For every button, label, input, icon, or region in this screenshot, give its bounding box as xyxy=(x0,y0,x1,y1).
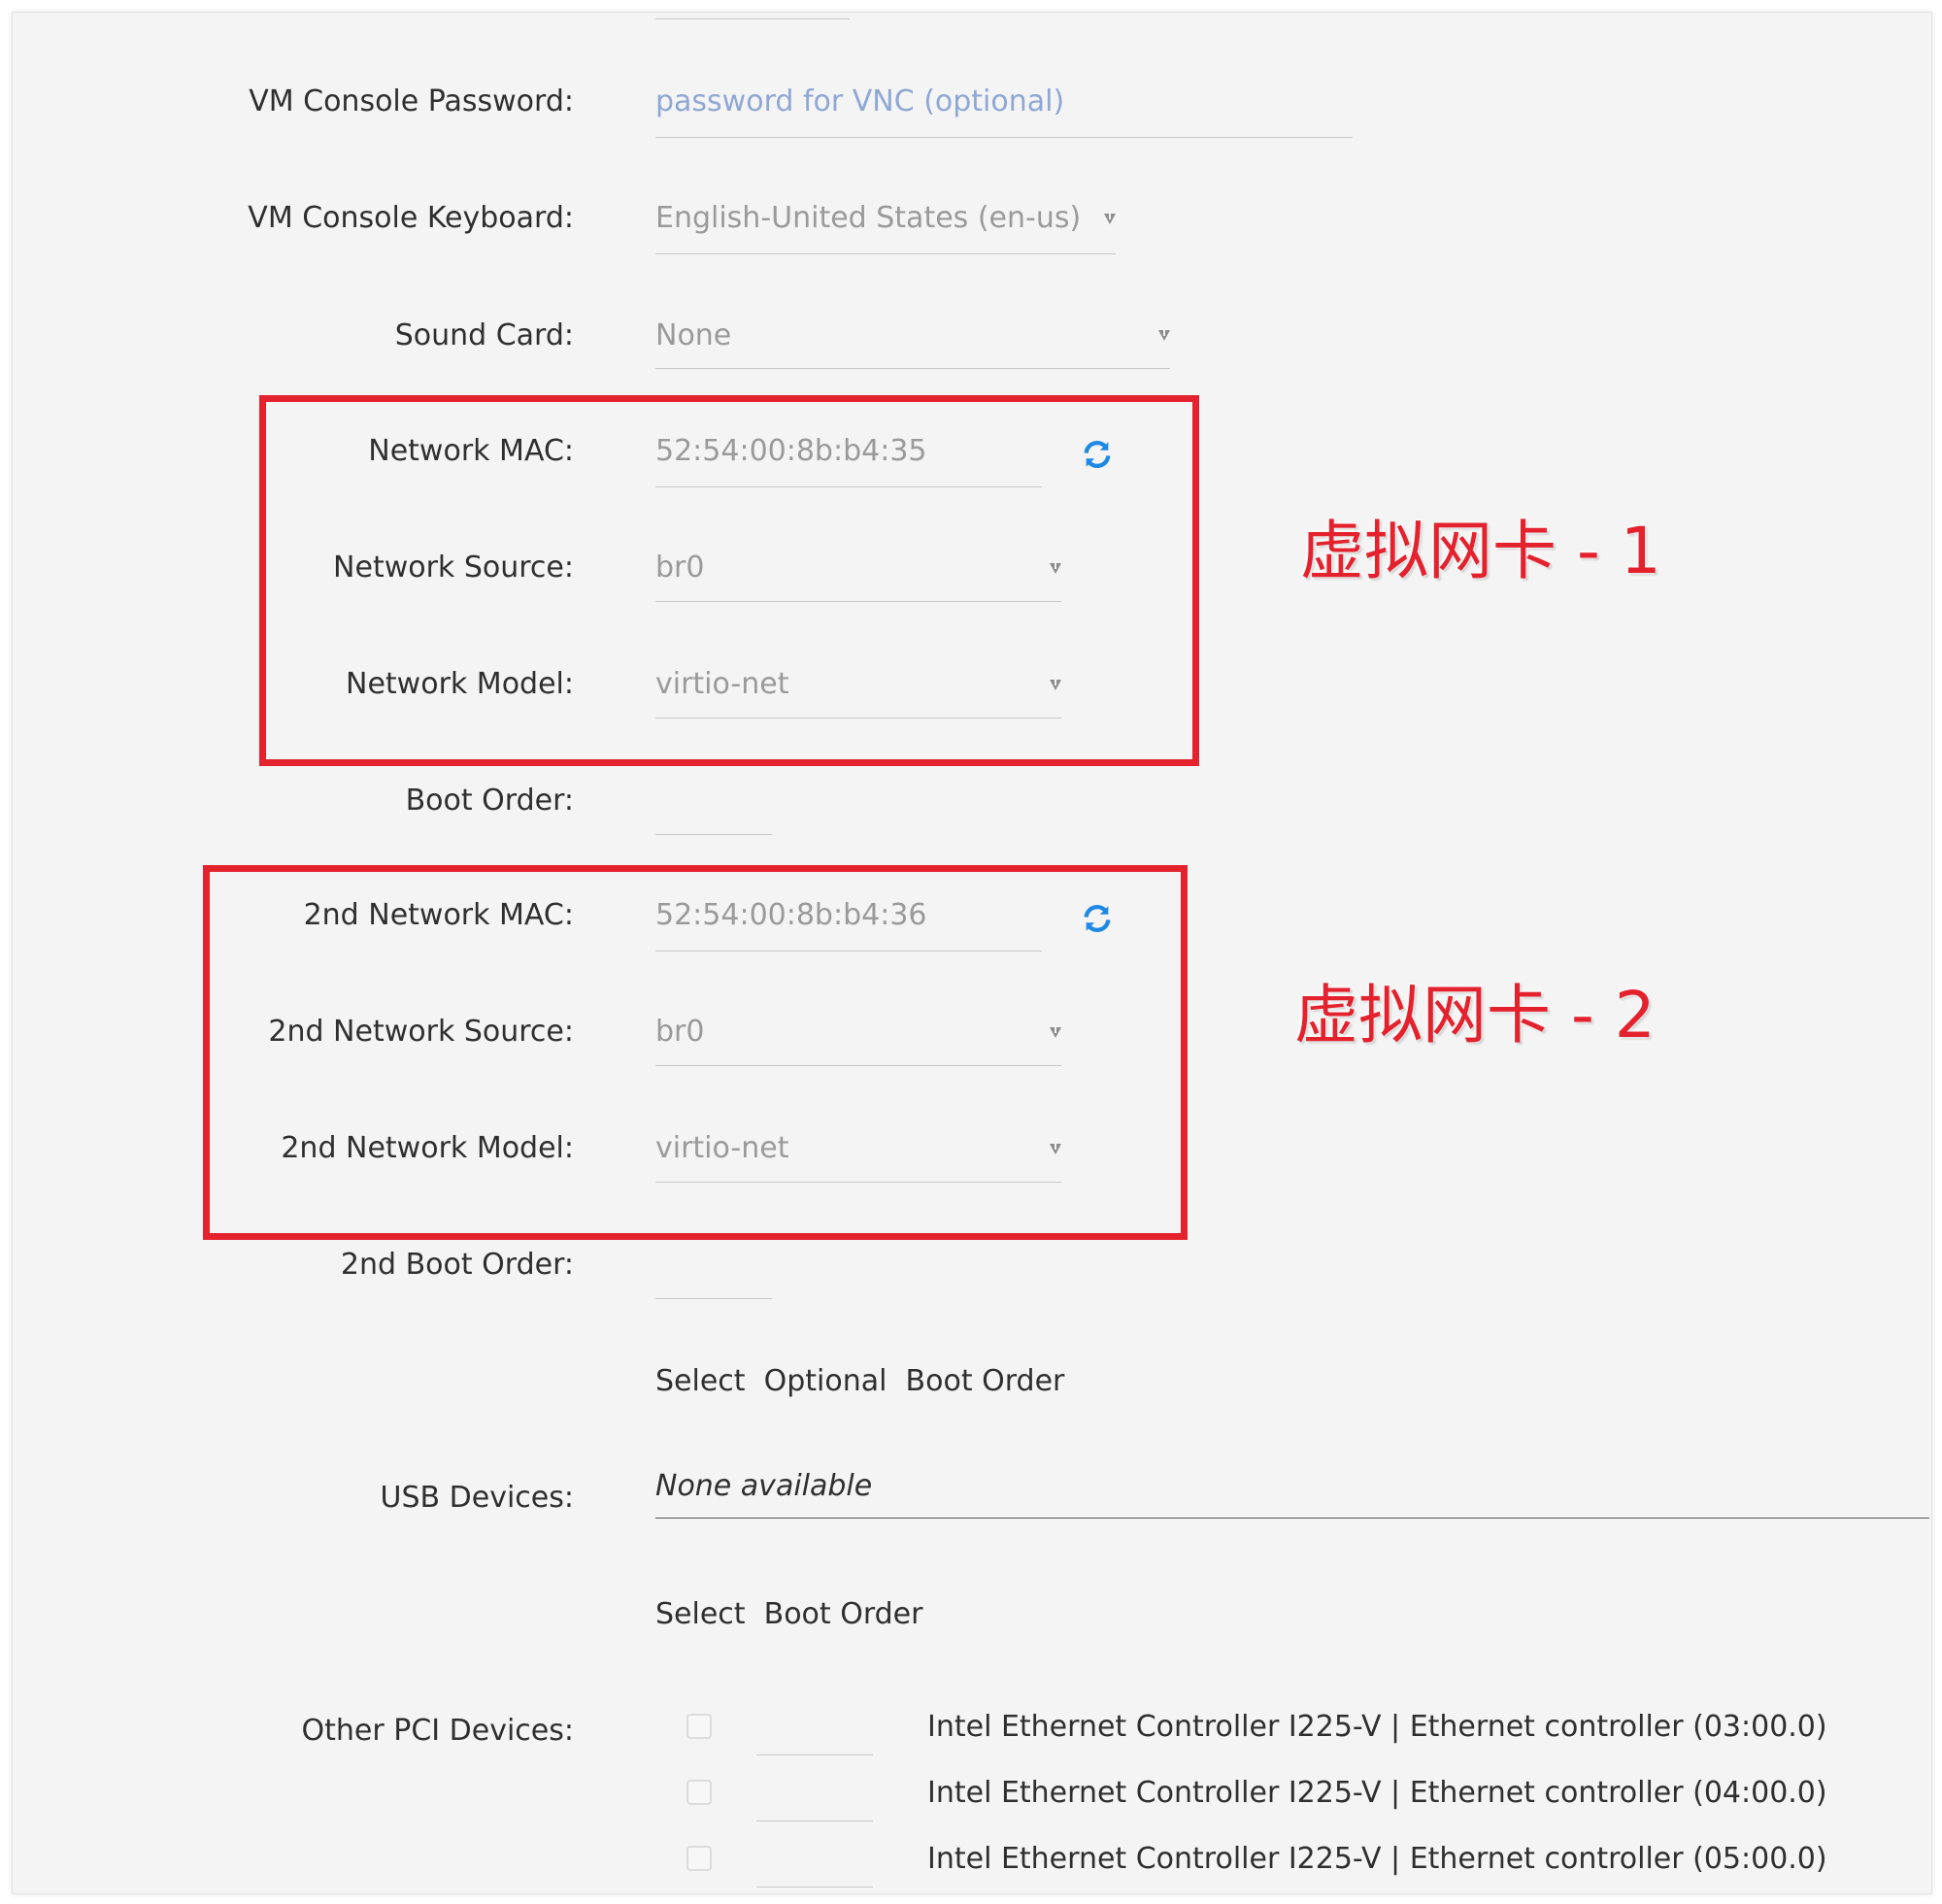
network-mac-input[interactable]: 52:54:00:8b:b4:35 xyxy=(655,432,927,471)
network-mac-label: Network MAC: xyxy=(368,434,574,468)
usb-devices-label: USB Devices: xyxy=(380,1481,574,1515)
boot-order-label: Boot Order: xyxy=(405,784,574,818)
pci-device-checkbox[interactable] xyxy=(686,1846,712,1871)
network2-mac-label: 2nd Network MAC: xyxy=(303,898,574,932)
network2-model-underline xyxy=(655,1182,1061,1183)
boot-order-header: Select Boot Order xyxy=(655,1597,923,1631)
boot-order-underline xyxy=(655,834,772,835)
top-field-underline xyxy=(655,18,850,19)
pci-device-label: Intel Ethernet Controller I225-V | Ether… xyxy=(927,1776,1827,1810)
network2-mac-underline xyxy=(655,951,1042,952)
network2-model-label: 2nd Network Model: xyxy=(281,1131,574,1165)
chevron-down-icon[interactable] xyxy=(1050,680,1061,690)
chevron-down-icon[interactable] xyxy=(1104,214,1116,224)
usb-devices-underline xyxy=(655,1518,1929,1519)
network2-source-select[interactable]: br0 xyxy=(655,1013,704,1052)
console-password-label: VM Console Password: xyxy=(249,84,574,118)
chevron-down-icon[interactable] xyxy=(1050,1144,1061,1154)
console-password-input[interactable]: password for VNC (optional) xyxy=(655,83,1064,121)
pci-device-checkbox[interactable] xyxy=(686,1780,712,1805)
network-model-label: Network Model: xyxy=(346,667,574,701)
sound-card-label: Sound Card: xyxy=(394,318,574,352)
network2-model-select[interactable]: virtio-net xyxy=(655,1129,789,1168)
network-source-underline xyxy=(655,601,1061,602)
pci-boot-order-input[interactable] xyxy=(756,1820,873,1821)
network-source-select[interactable]: br0 xyxy=(655,549,704,587)
network-model-select[interactable]: virtio-net xyxy=(655,665,789,704)
annotation-nic1: 虚拟网卡 - 1 xyxy=(1300,514,1661,588)
pci-devices-label: Other PCI Devices: xyxy=(301,1714,574,1748)
boot-order2-underline xyxy=(655,1298,772,1299)
network2-mac-input[interactable]: 52:54:00:8b:b4:36 xyxy=(655,896,927,935)
usb-devices-value: None available xyxy=(655,1469,873,1503)
console-keyboard-select[interactable]: English-United States (en-us) xyxy=(655,199,1081,238)
sound-card-underline xyxy=(655,368,1170,369)
sound-card-select[interactable]: None xyxy=(655,317,731,355)
chevron-down-icon[interactable] xyxy=(1050,1027,1061,1038)
console-keyboard-label: VM Console Keyboard: xyxy=(248,201,574,235)
settings-panel: VM Console Password: password for VNC (o… xyxy=(12,12,1932,1894)
pci-device-checkbox[interactable] xyxy=(686,1714,712,1739)
pci-device-label: Intel Ethernet Controller I225-V | Ether… xyxy=(927,1710,1827,1744)
refresh-icon[interactable] xyxy=(1081,902,1114,935)
refresh-icon[interactable] xyxy=(1081,438,1114,471)
network-mac-underline xyxy=(655,486,1042,487)
chevron-down-icon[interactable] xyxy=(1158,330,1170,341)
console-keyboard-underline xyxy=(655,253,1116,254)
pci-boot-order-input[interactable] xyxy=(756,1754,873,1755)
chevron-down-icon[interactable] xyxy=(1050,563,1061,574)
optional-boot-order-header: Select Optional Boot Order xyxy=(655,1364,1065,1398)
boot-order2-label: 2nd Boot Order: xyxy=(340,1248,574,1282)
pci-device-label: Intel Ethernet Controller I225-V | Ether… xyxy=(927,1842,1827,1876)
network2-source-label: 2nd Network Source: xyxy=(268,1015,574,1049)
network2-source-underline xyxy=(655,1065,1061,1066)
annotation-nic2: 虚拟网卡 - 2 xyxy=(1294,978,1656,1052)
console-password-underline xyxy=(655,137,1353,138)
network-source-label: Network Source: xyxy=(333,551,574,585)
